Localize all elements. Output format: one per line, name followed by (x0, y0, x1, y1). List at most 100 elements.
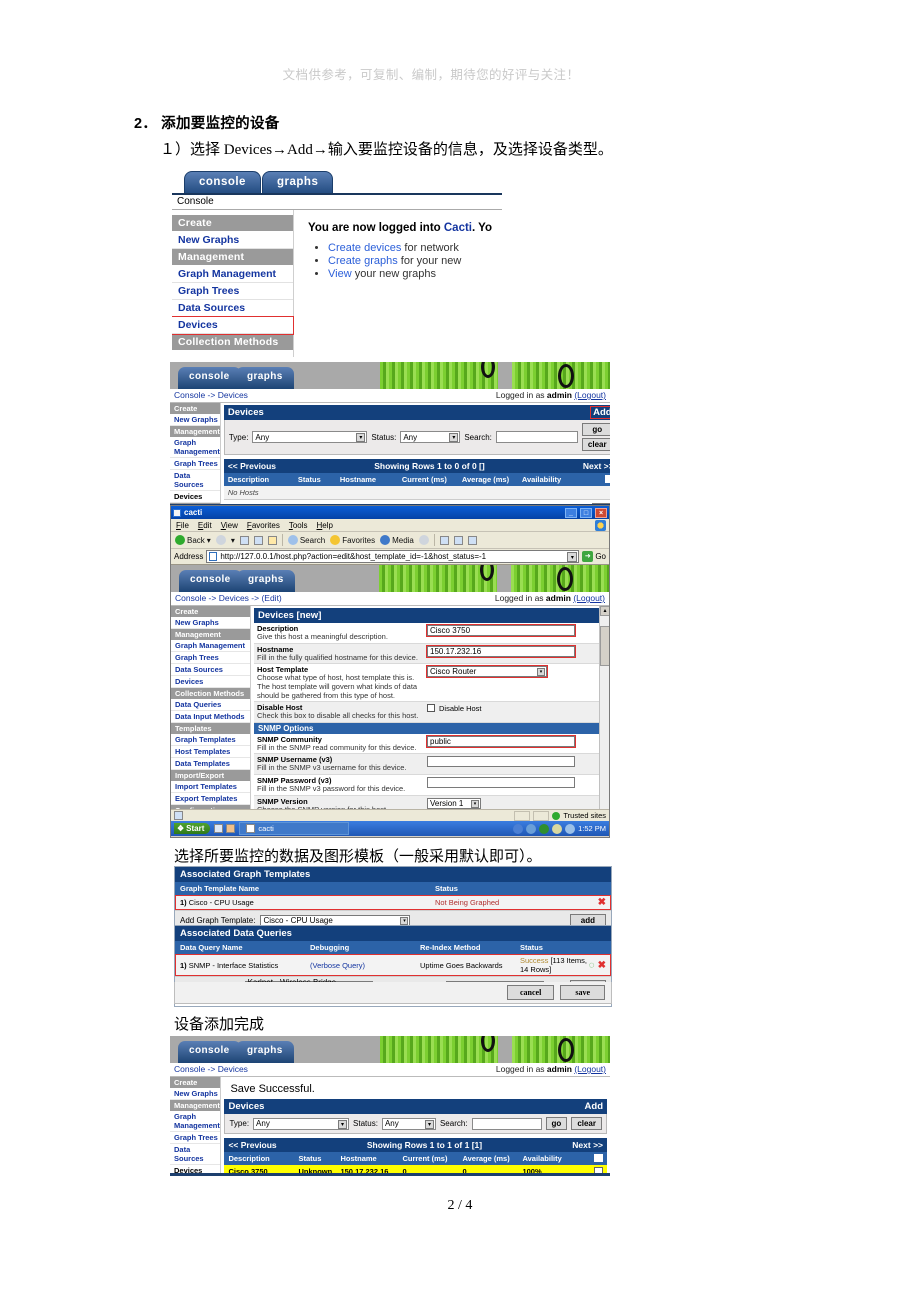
go-button[interactable]: go (545, 1117, 568, 1130)
tray-update-icon[interactable] (552, 823, 563, 834)
previous-link[interactable]: << Previous (228, 1140, 276, 1150)
browser-quicklaunch-icon[interactable] (226, 824, 236, 833)
sidebar-item-graph-management[interactable]: Graph Management (170, 1111, 221, 1132)
sidebar-item-data-input-methods[interactable]: Data Input Methods (171, 711, 250, 723)
sidebar-item-data-sources[interactable]: Data Sources (171, 664, 250, 676)
sidebar-item-graph-management[interactable]: Graph Management (172, 266, 293, 283)
breadcrumb[interactable]: Console -> Devices -> (Edit) (175, 593, 282, 604)
cacti-link[interactable]: Cacti (444, 222, 472, 234)
search-button[interactable]: Search (287, 535, 325, 545)
input-snmp-community[interactable]: public (426, 734, 576, 748)
address-input[interactable]: http://127.0.0.1/host.php?action=edit&ho… (206, 550, 580, 563)
back-button[interactable]: Back ▾ (175, 535, 211, 545)
maximize-button[interactable]: □ (580, 507, 592, 518)
sidebar-item-graph-trees[interactable]: Graph Trees (170, 458, 220, 470)
menu-tools[interactable]: Tools (289, 521, 308, 530)
tab-graphs[interactable]: graphs (262, 171, 334, 194)
welcome-link[interactable]: Create devices (328, 242, 401, 254)
show-desktop-icon[interactable] (214, 824, 224, 833)
column-description[interactable]: Description (228, 475, 298, 484)
sidebar-item-data-sources[interactable]: Data Sources (170, 470, 220, 491)
tab-console[interactable]: console (178, 1041, 241, 1063)
select-all-checkbox[interactable] (594, 1154, 603, 1162)
taskbar-item-cacti[interactable]: cacti (239, 822, 350, 835)
logout-link[interactable]: (Logout) (574, 390, 606, 400)
reload-icon[interactable]: ◌ (589, 960, 595, 971)
go-button[interactable]: ➜ Go (582, 551, 606, 562)
checkbox-disable-host[interactable] (427, 704, 435, 713)
home-icon[interactable] (267, 535, 277, 545)
sidebar-item-import-templates[interactable]: Import Templates (171, 781, 250, 793)
tray-volume-icon[interactable] (526, 823, 537, 834)
history-icon[interactable] (418, 535, 429, 545)
input-hostname[interactable]: 150.17.232.16 (426, 644, 576, 658)
column-average-ms-[interactable]: Average (ms) (462, 475, 522, 484)
column-description[interactable]: Description (228, 1154, 298, 1163)
add-device-link[interactable]: Add (590, 406, 610, 419)
sidebar-item-new-graphs[interactable]: New Graphs (170, 414, 220, 426)
column-hostname[interactable]: Hostname (340, 475, 402, 484)
stop-icon[interactable] (239, 535, 249, 545)
graph-template-name[interactable]: Cisco - CPU Usage (189, 898, 254, 907)
select-snmp-version[interactable]: Version 1 ▾ (427, 797, 481, 809)
sidebar-item-host-templates[interactable]: Host Templates (171, 746, 250, 758)
search-input[interactable] (495, 431, 578, 443)
tab-console[interactable]: console (178, 367, 241, 389)
delete-icon[interactable]: ✖ (598, 960, 606, 971)
mail-icon[interactable] (439, 535, 449, 545)
sidebar-item-devices[interactable]: Devices (172, 316, 294, 335)
sidebar-item-devices[interactable]: Devices (170, 1165, 220, 1173)
sidebar-item-devices[interactable]: Devices (170, 491, 220, 503)
delete-icon[interactable]: ✖ (598, 897, 606, 908)
sidebar-item-graph-trees[interactable]: Graph Trees (170, 1132, 221, 1144)
select-host-template[interactable]: Cisco Router ▾ (426, 665, 548, 679)
save-button[interactable]: save (560, 985, 605, 1000)
next-link[interactable]: Next >> (583, 461, 610, 471)
column-status[interactable]: Status (298, 1154, 340, 1163)
previous-link[interactable]: << Previous (228, 461, 276, 471)
clear-button[interactable]: clear (571, 1117, 602, 1130)
tab-console[interactable]: console (179, 570, 242, 592)
tray-network-icon[interactable] (513, 823, 524, 834)
forward-arrow-icon[interactable] (215, 535, 226, 545)
content-scrollbar[interactable]: ▴ ▾ (599, 606, 609, 809)
sidebar-item-new-graphs[interactable]: New Graphs (170, 1088, 221, 1100)
chevron-down-icon[interactable]: ▾ (567, 552, 578, 562)
status-select[interactable]: Any ▾ (381, 1117, 436, 1130)
close-button[interactable]: × (595, 507, 607, 518)
start-button[interactable]: ❖ Start (174, 823, 211, 834)
sidebar-item-data-queries[interactable]: Data Queries (171, 699, 250, 711)
menu-help[interactable]: Help (317, 521, 333, 530)
menu-file[interactable]: File (176, 521, 189, 530)
welcome-link[interactable]: View (328, 268, 352, 280)
scrollbar-thumb[interactable] (600, 626, 609, 666)
status-select[interactable]: Any ▾ (400, 431, 461, 443)
logout-link[interactable]: (Logout) (573, 593, 605, 603)
minimize-button[interactable]: _ (565, 507, 577, 518)
column-current-ms-[interactable]: Current (ms) (402, 475, 462, 484)
sidebar-item-devices[interactable]: Devices (171, 676, 250, 688)
breadcrumb[interactable]: Console -> Devices (174, 1064, 248, 1075)
sidebar-item-data-templates[interactable]: Data Templates (171, 758, 250, 770)
input-snmp-password-v3-[interactable] (427, 777, 575, 788)
taskbar-clock[interactable]: 1:52 PM (578, 824, 606, 833)
favorites-button[interactable]: Favorites (330, 535, 375, 545)
cell-description[interactable]: Cisco 3750 (228, 1167, 298, 1173)
sidebar-item-graph-management[interactable]: Graph Management (170, 437, 220, 458)
refresh-icon[interactable] (253, 535, 263, 545)
add-device-link[interactable]: Add (585, 1101, 603, 1112)
row-checkbox[interactable] (594, 1167, 603, 1173)
scroll-up-icon[interactable]: ▴ (600, 606, 609, 616)
column-availability[interactable]: Availability (522, 475, 605, 484)
type-select[interactable]: Any ▾ (252, 431, 368, 443)
logout-link[interactable]: (Logout) (574, 1064, 606, 1074)
next-link[interactable]: Next >> (572, 1140, 603, 1150)
search-input[interactable] (471, 1117, 542, 1130)
print-icon[interactable] (453, 535, 463, 545)
menu-edit[interactable]: Edit (198, 521, 212, 530)
sidebar-item-export-templates[interactable]: Export Templates (171, 793, 250, 805)
column-hostname[interactable]: Hostname (340, 1154, 402, 1163)
verbose-query-link[interactable]: (Verbose Query) (310, 961, 420, 970)
media-button[interactable]: Media (380, 535, 414, 545)
sidebar-item-data-sources[interactable]: Data Sources (170, 1144, 221, 1165)
